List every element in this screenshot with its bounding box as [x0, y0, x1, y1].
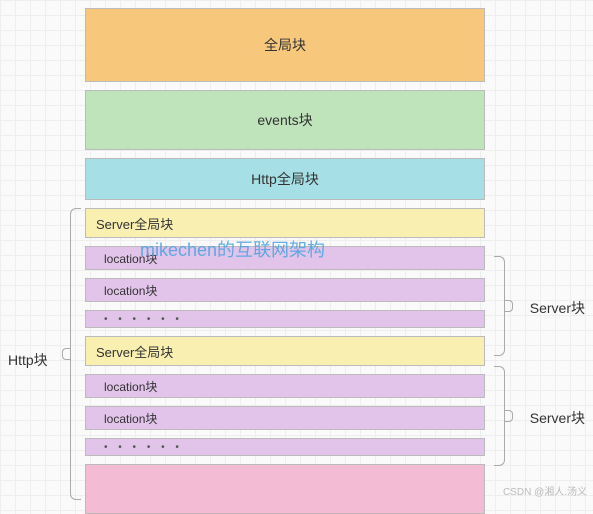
footer-credit: CSDN @湘人.汤义: [503, 483, 587, 498]
brace-server-1: [495, 256, 513, 356]
location-block-2a: location块: [85, 374, 485, 398]
location-block-1a: location块: [85, 246, 485, 270]
diagram-column: 全局块 events块 Http全局块 Server全局块 location块 …: [85, 8, 485, 514]
brace-server-2: [495, 366, 513, 466]
brace-http: [62, 208, 80, 500]
location-block-2b: location块: [85, 406, 485, 430]
events-block: events块: [85, 90, 485, 150]
pink-more-block: [85, 464, 485, 514]
label-server-1: Server块: [530, 298, 585, 318]
server-global-block-1: Server全局块: [85, 208, 485, 238]
http-global-block: Http全局块: [85, 158, 485, 200]
label-server-2: Server块: [530, 408, 585, 428]
dots-block-2: • • • • • •: [85, 438, 485, 456]
global-block: 全局块: [85, 8, 485, 82]
server-global-block-2: Server全局块: [85, 336, 485, 366]
location-block-1b: location块: [85, 278, 485, 302]
label-http: Http块: [8, 350, 48, 370]
dots-block-1: • • • • • •: [85, 310, 485, 328]
